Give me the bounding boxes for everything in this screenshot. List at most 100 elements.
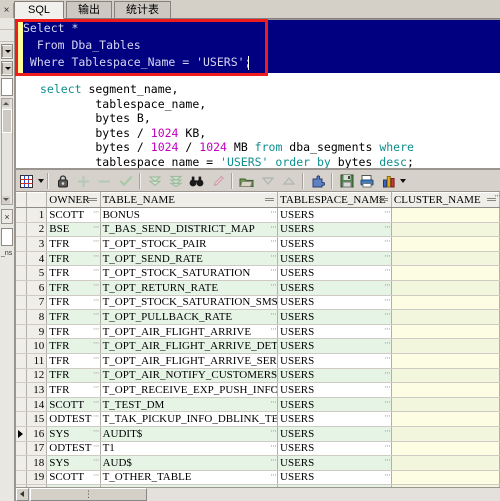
cell-table-name[interactable]: T_OPT_AIR_FLIGHT_ARRIVE_DETAIL: [100, 338, 279, 354]
cell-tablespace-name[interactable]: USERS: [277, 411, 392, 427]
cell-owner[interactable]: SCOTT: [46, 207, 101, 223]
cell-owner[interactable]: TFR: [46, 265, 101, 281]
column-header-table-name[interactable]: TABLE_NAME: [100, 192, 279, 208]
open-folder-icon[interactable]: [237, 172, 256, 191]
cell-tablespace-name[interactable]: USERS: [277, 441, 392, 457]
table-row[interactable]: 7TFRT_OPT_STOCK_SATURATION_SMSUSERS: [16, 295, 500, 311]
cell-owner[interactable]: TFR: [46, 236, 101, 252]
cell-cluster-name[interactable]: [391, 207, 500, 223]
table-row[interactable]: 5TFRT_OPT_STOCK_SATURATIONUSERS: [16, 265, 500, 281]
cell-cluster-name[interactable]: [391, 280, 500, 296]
lock-icon[interactable]: [53, 172, 72, 191]
table-row[interactable]: 15ODTESTT_TAK_PICKUP_INFO_DBLINK_TESTUSE…: [16, 411, 500, 427]
table-row[interactable]: 18SYSAUD$USERS: [16, 455, 500, 471]
cell-cluster-name[interactable]: [391, 470, 500, 486]
cell-tablespace-name[interactable]: USERS: [277, 324, 392, 340]
cell-tablespace-name[interactable]: USERS: [277, 251, 392, 267]
cell-owner[interactable]: TFR: [46, 280, 101, 296]
grid-view-dropdown-icon[interactable]: [38, 179, 44, 183]
cell-cluster-name[interactable]: [391, 441, 500, 457]
cell-table-name[interactable]: T_OPT_STOCK_SATURATION: [100, 265, 279, 281]
cell-cluster-name[interactable]: [391, 309, 500, 325]
commit-check-icon[interactable]: [116, 172, 135, 191]
cell-owner[interactable]: TFR: [46, 353, 101, 369]
cell-owner[interactable]: SCOTT: [46, 397, 101, 413]
clear-filter-icon[interactable]: [208, 172, 227, 191]
hscrollbar-thumb[interactable]: ⋮: [30, 488, 147, 501]
chart-dropdown-icon[interactable]: [400, 179, 406, 183]
cell-owner[interactable]: TFR: [46, 251, 101, 267]
table-row[interactable]: 6TFRT_OPT_RETURN_RATEUSERS: [16, 280, 500, 296]
table-row[interactable]: 8TFRT_OPT_PULLBACK_RATEUSERS: [16, 309, 500, 325]
scroll-up-icon[interactable]: [2, 99, 10, 107]
background-close-icon[interactable]: ×: [1, 209, 13, 224]
cell-owner[interactable]: ODTEST: [46, 441, 101, 457]
second-sql-statement[interactable]: select segment_name, tablespace_name, by…: [40, 82, 414, 168]
export-down-icon[interactable]: [145, 172, 164, 191]
export-down-all-icon[interactable]: [166, 172, 185, 191]
cell-table-name[interactable]: T_TAK_PICKUP_INFO_DBLINK_TEST: [100, 411, 279, 427]
cell-tablespace-name[interactable]: USERS: [277, 280, 392, 296]
cell-table-name[interactable]: T_OPT_RETURN_RATE: [100, 280, 279, 296]
selected-sql-block[interactable]: Select * From Dba_Tables Where Tablespac…: [16, 20, 500, 73]
table-row[interactable]: 14SCOTTT_TEST_DMUSERS: [16, 397, 500, 413]
cell-owner[interactable]: SYS: [46, 426, 101, 442]
cell-tablespace-name[interactable]: USERS: [277, 470, 392, 486]
cell-table-name[interactable]: T_OPT_SEND_RATE: [100, 251, 279, 267]
cell-cluster-name[interactable]: [391, 411, 500, 427]
column-header-cluster-name[interactable]: CLUSTER_NAME: [391, 192, 500, 208]
cell-tablespace-name[interactable]: USERS: [277, 426, 392, 442]
cell-table-name[interactable]: AUDIT$: [100, 426, 279, 442]
cell-owner[interactable]: TFR: [46, 295, 101, 311]
background-vertical-scrollbar[interactable]: [1, 98, 13, 205]
tab-output[interactable]: 输出: [66, 1, 113, 18]
scroll-down-icon[interactable]: [2, 196, 10, 204]
cell-tablespace-name[interactable]: USERS: [277, 222, 392, 238]
table-row[interactable]: 16SYSAUDIT$USERS: [16, 426, 500, 442]
cell-cluster-name[interactable]: [391, 455, 500, 471]
cell-table-name[interactable]: T_OPT_AIR_FLIGHT_ARRIVE_SERIAL: [100, 353, 279, 369]
cell-table-name[interactable]: T1: [100, 441, 279, 457]
cell-tablespace-name[interactable]: USERS: [277, 382, 392, 398]
cell-table-name[interactable]: T_OPT_PULLBACK_RATE: [100, 309, 279, 325]
cell-owner[interactable]: TFR: [46, 324, 101, 340]
table-row[interactable]: 2BSET_BAS_SEND_DISTRICT_MAPUSERS: [16, 222, 500, 238]
cell-tablespace-name[interactable]: USERS: [277, 455, 392, 471]
find-binoculars-icon[interactable]: [187, 172, 206, 191]
cell-cluster-name[interactable]: [391, 382, 500, 398]
sql-editor[interactable]: Select * From Dba_Tables Where Tablespac…: [15, 19, 500, 169]
add-row-icon[interactable]: [74, 172, 93, 191]
table-row[interactable]: 17ODTESTT1USERS: [16, 441, 500, 457]
cell-cluster-name[interactable]: [391, 368, 500, 384]
cell-tablespace-name[interactable]: USERS: [277, 353, 392, 369]
cell-cluster-name[interactable]: [391, 251, 500, 267]
background-combo-2[interactable]: [1, 61, 13, 76]
table-row[interactable]: 12TFRT_OPT_AIR_NOTIFY_CUSTOMERSUSERS: [16, 368, 500, 384]
print-preview-icon[interactable]: [358, 172, 377, 191]
tab-sql[interactable]: SQL: [14, 1, 65, 19]
scroll-left-icon[interactable]: [16, 488, 29, 501]
save-disk-icon[interactable]: [337, 172, 356, 191]
cell-table-name[interactable]: T_BAS_SEND_DISTRICT_MAP: [100, 222, 279, 238]
column-header-owner[interactable]: OWNER: [46, 192, 101, 208]
cell-tablespace-name[interactable]: USERS: [277, 338, 392, 354]
table-row[interactable]: 13TFRT_OPT_RECEIVE_EXP_PUSH_INFOUSERS: [16, 382, 500, 398]
cell-cluster-name[interactable]: [391, 236, 500, 252]
background-textbox[interactable]: [1, 78, 13, 96]
background-textbox-2[interactable]: [1, 228, 13, 246]
grid-view-icon[interactable]: [17, 172, 36, 191]
cell-owner[interactable]: TFR: [46, 382, 101, 398]
table-row[interactable]: 19SCOTTT_OTHER_TABLEUSERS: [16, 470, 500, 486]
grid-horizontal-scrollbar[interactable]: ⋮: [15, 487, 500, 501]
table-row[interactable]: 9TFRT_OPT_AIR_FLIGHT_ARRIVEUSERS: [16, 324, 500, 340]
cell-tablespace-name[interactable]: USERS: [277, 397, 392, 413]
plugin-icon[interactable]: [308, 172, 327, 191]
cell-table-name[interactable]: T_OPT_AIR_NOTIFY_CUSTOMERS: [100, 368, 279, 384]
table-row[interactable]: 1SCOTTBONUSUSERS: [16, 207, 500, 223]
cell-cluster-name[interactable]: [391, 222, 500, 238]
cell-tablespace-name[interactable]: USERS: [277, 265, 392, 281]
sort-descending-icon[interactable]: [258, 172, 277, 191]
cell-tablespace-name[interactable]: USERS: [277, 368, 392, 384]
result-grid[interactable]: OWNER TABLE_NAME TABLESPACE_NAME CLUSTER…: [15, 191, 500, 495]
cell-cluster-name[interactable]: [391, 397, 500, 413]
